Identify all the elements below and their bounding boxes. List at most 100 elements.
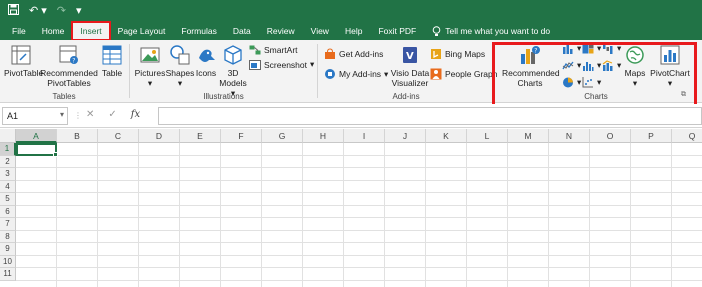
tab-file[interactable]: File [4, 22, 34, 40]
grid-line [589, 143, 590, 287]
column-header[interactable]: K [426, 129, 467, 143]
column-chart-button[interactable]: ▾ [562, 43, 581, 54]
tab-data[interactable]: Data [225, 22, 259, 40]
tab-view[interactable]: View [303, 22, 337, 40]
row-header[interactable]: 10 [0, 255, 16, 268]
svg-text:V: V [406, 51, 414, 62]
column-header[interactable]: C [98, 129, 139, 143]
redo-icon[interactable]: ↷ [57, 5, 66, 17]
grid-line [261, 143, 262, 287]
grid-line [384, 143, 385, 287]
chevron-down-icon: ▾ [577, 43, 582, 53]
recommended-pivottables-button[interactable]: ? Recommended PivotTables [40, 44, 98, 88]
svg-text:?: ? [72, 58, 75, 65]
column-chart-icon [563, 44, 573, 54]
row-header[interactable]: 6 [0, 205, 16, 218]
get-addins-button[interactable]: Get Add-ins [324, 48, 383, 60]
pictures-button[interactable]: Pictures ▾ [133, 44, 167, 88]
dialog-launcher-icon[interactable]: ⧉ [681, 91, 686, 99]
grid-line [16, 279, 702, 281]
tab-page-layout[interactable]: Page Layout [110, 22, 174, 40]
undo-icon[interactable]: ↶ ▾ [29, 5, 47, 17]
column-header[interactable]: P [631, 129, 672, 143]
row-header[interactable]: 3 [0, 168, 16, 181]
column-header[interactable]: G [262, 129, 303, 143]
pie-chart-button[interactable]: ▾ [562, 77, 581, 88]
formula-input[interactable] [158, 107, 702, 125]
3d-models-button[interactable]: 3D Models ▾ [219, 44, 247, 98]
grid-line [16, 192, 702, 193]
visio-data-visualizer-button[interactable]: V Visio Data Visualizer [390, 44, 430, 88]
grid-line [16, 242, 702, 243]
hierarchy-chart-button[interactable]: ▾ [582, 43, 601, 54]
column-header[interactable]: M [508, 129, 549, 143]
smartart-button[interactable]: SmartArt [249, 45, 298, 55]
shapes-button[interactable]: Shapes ▾ [165, 44, 195, 88]
row-header[interactable]: 5 [0, 193, 16, 206]
grid-line [16, 167, 702, 168]
tab-formulas[interactable]: Formulas [173, 22, 224, 40]
tab-insert[interactable]: Insert [71, 21, 111, 41]
spreadsheet-grid[interactable]: A B C D E F G H I J K L M N O P Q 1 2 3 4 5 6 7 8 9 10 11 [0, 129, 702, 287]
tables-group: PivotTable ? Recommended PivotTables Tab… [0, 40, 128, 103]
row-header[interactable]: 7 [0, 218, 16, 231]
screenshot-button[interactable]: Screenshot ▾ [249, 59, 314, 70]
maps-button[interactable]: Maps ▾ [622, 44, 648, 88]
insert-function-icon[interactable]: fx [131, 109, 140, 120]
column-header[interactable]: A [16, 129, 57, 143]
column-header[interactable]: N [549, 129, 590, 143]
pivotchart-button[interactable]: PivotChart ▾ [648, 44, 692, 88]
column-header[interactable]: E [180, 129, 221, 143]
column-header[interactable]: F [221, 129, 262, 143]
scatter-chart-button[interactable]: ▾ [582, 77, 601, 88]
customize-qat-icon[interactable]: ▾ [76, 5, 82, 17]
column-header[interactable]: Q [672, 129, 702, 143]
fill-handle[interactable] [53, 151, 58, 157]
grid-line [56, 143, 57, 287]
combo-chart-button[interactable]: ▾ [602, 60, 621, 71]
recommended-charts-button[interactable]: ? Recommended Charts [502, 44, 560, 88]
tab-review[interactable]: Review [259, 22, 303, 40]
statistic-chart-button[interactable]: ▾ [582, 60, 601, 71]
pivot-table-button[interactable]: PivotTable [4, 44, 43, 78]
selected-cell[interactable] [16, 143, 58, 157]
quick-access-toolbar: ↶ ▾ ↷ ▾ [0, 0, 702, 22]
grid-line [425, 143, 426, 287]
column-header[interactable]: D [139, 129, 180, 143]
chevron-down-icon: ▾ [577, 60, 582, 70]
row-header[interactable]: 11 [0, 268, 16, 281]
cancel-icon[interactable]: ✕ [86, 109, 94, 120]
row-header[interactable]: 2 [0, 155, 16, 168]
column-header[interactable]: B [57, 129, 98, 143]
tab-home[interactable]: Home [34, 22, 73, 40]
combo-chart-icon [602, 60, 613, 71]
column-header[interactable]: H [303, 129, 344, 143]
row-header[interactable]: 1 [0, 143, 16, 156]
waterfall-chart-button[interactable]: ▾ [602, 43, 621, 54]
bing-maps-button[interactable]: Bing Maps [430, 48, 485, 60]
save-icon[interactable] [8, 4, 19, 18]
column-header[interactable]: L [467, 129, 508, 143]
pictures-icon [140, 47, 160, 63]
ribbon-separator [129, 44, 130, 98]
row-header[interactable]: 9 [0, 243, 16, 256]
grid-line [671, 143, 672, 287]
column-header[interactable]: J [385, 129, 426, 143]
name-box[interactable]: A1 ▾ [2, 107, 68, 125]
people-graph-button[interactable]: People Graph [430, 68, 497, 80]
line-chart-button[interactable]: ▾ [562, 60, 581, 71]
tab-help[interactable]: Help [337, 22, 370, 40]
select-all-corner[interactable] [0, 129, 16, 143]
row-header[interactable]: 8 [0, 230, 16, 243]
enter-icon[interactable]: ✓ [108, 109, 116, 120]
tell-me-box[interactable]: Tell me what you want to do [424, 25, 550, 37]
column-header[interactable]: O [590, 129, 631, 143]
grid-line [16, 179, 702, 181]
my-addins-button[interactable]: My Add-ins ▾ [324, 68, 388, 80]
tab-foxit-pdf[interactable]: Foxit PDF [370, 22, 424, 40]
icons-button[interactable]: Icons [194, 44, 218, 78]
row-header[interactable]: 4 [0, 180, 16, 193]
column-header[interactable]: I [344, 129, 385, 143]
table-button[interactable]: Table [99, 44, 125, 78]
chevron-down-icon: ▾ [597, 77, 602, 87]
